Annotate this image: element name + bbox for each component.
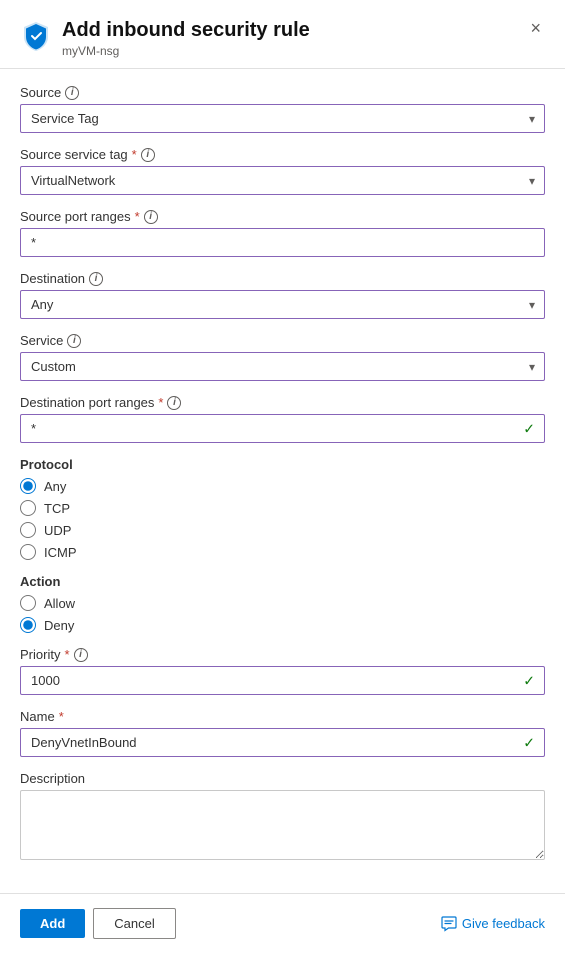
source-port-ranges-field-group: Source port ranges * i [20, 209, 545, 257]
source-field-group: Source i Service Tag Any IP Addresses Ap… [20, 85, 545, 133]
source-port-required: * [135, 209, 140, 224]
protocol-udp-option[interactable]: UDP [20, 522, 545, 538]
service-select[interactable]: Custom HTTP HTTPS SSH RDP [20, 352, 545, 381]
source-service-tag-label: Source service tag * i [20, 147, 545, 162]
protocol-label: Protocol [20, 457, 545, 472]
action-deny-radio[interactable] [20, 617, 36, 633]
protocol-udp-label: UDP [44, 523, 71, 538]
source-select-wrapper: Service Tag Any IP Addresses Application… [20, 104, 545, 133]
protocol-icmp-radio[interactable] [20, 544, 36, 560]
action-allow-label: Allow [44, 596, 75, 611]
source-select[interactable]: Service Tag Any IP Addresses Application… [20, 104, 545, 133]
protocol-field-group: Protocol Any TCP UDP ICMP [20, 457, 545, 560]
protocol-any-label: Any [44, 479, 66, 494]
add-button[interactable]: Add [20, 909, 85, 938]
panel-subtitle: myVM-nsg [62, 44, 526, 58]
priority-field-group: Priority * i ✓ [20, 647, 545, 695]
destination-port-input-wrapper: ✓ [20, 414, 545, 443]
protocol-udp-radio[interactable] [20, 522, 36, 538]
form-content: Source i Service Tag Any IP Addresses Ap… [0, 69, 565, 893]
name-field-group: Name * ✓ [20, 709, 545, 757]
destination-port-ranges-input[interactable] [20, 414, 545, 443]
protocol-tcp-label: TCP [44, 501, 70, 516]
priority-input[interactable] [20, 666, 545, 695]
add-inbound-security-rule-panel: Add inbound security rule myVM-nsg × Sou… [0, 0, 565, 953]
priority-input-wrapper: ✓ [20, 666, 545, 695]
service-info-icon[interactable]: i [67, 334, 81, 348]
protocol-tcp-option[interactable]: TCP [20, 500, 545, 516]
action-radio-group: Allow Deny [20, 595, 545, 633]
action-label: Action [20, 574, 545, 589]
action-allow-radio[interactable] [20, 595, 36, 611]
destination-select[interactable]: Any IP Addresses Service Tag Application… [20, 290, 545, 319]
source-port-ranges-label: Source port ranges * i [20, 209, 545, 224]
protocol-tcp-radio[interactable] [20, 500, 36, 516]
destination-info-icon[interactable]: i [89, 272, 103, 286]
protocol-icmp-label: ICMP [44, 545, 77, 560]
destination-label: Destination i [20, 271, 545, 286]
feedback-link[interactable]: Give feedback [441, 916, 545, 932]
destination-field-group: Destination i Any IP Addresses Service T… [20, 271, 545, 319]
action-field-group: Action Allow Deny [20, 574, 545, 633]
priority-required: * [64, 647, 69, 662]
cancel-button[interactable]: Cancel [93, 908, 175, 939]
priority-info-icon[interactable]: i [74, 648, 88, 662]
action-deny-option[interactable]: Deny [20, 617, 545, 633]
description-field-group: Description [20, 771, 545, 863]
panel-footer: Add Cancel Give feedback [0, 893, 565, 953]
source-port-ranges-input[interactable] [20, 228, 545, 257]
panel-header: Add inbound security rule myVM-nsg × [0, 0, 565, 69]
protocol-icmp-option[interactable]: ICMP [20, 544, 545, 560]
header-text: Add inbound security rule myVM-nsg [62, 18, 526, 58]
priority-label: Priority * i [20, 647, 545, 662]
action-allow-option[interactable]: Allow [20, 595, 545, 611]
feedback-icon [441, 916, 457, 932]
dest-port-required: * [158, 395, 163, 410]
source-service-tag-select[interactable]: VirtualNetwork Any Internet AzureLoadBal… [20, 166, 545, 195]
name-input[interactable] [20, 728, 545, 757]
priority-check-icon: ✓ [523, 672, 535, 689]
description-textarea[interactable] [20, 790, 545, 860]
service-label: Service i [20, 333, 545, 348]
source-label: Source i [20, 85, 545, 100]
destination-port-ranges-label: Destination port ranges * i [20, 395, 545, 410]
destination-port-ranges-field-group: Destination port ranges * i ✓ [20, 395, 545, 443]
name-label: Name * [20, 709, 545, 724]
dest-port-info-icon[interactable]: i [167, 396, 181, 410]
panel-title: Add inbound security rule [62, 18, 526, 42]
destination-select-wrapper: Any IP Addresses Service Tag Application… [20, 290, 545, 319]
description-label: Description [20, 771, 545, 786]
shield-icon [20, 20, 52, 52]
source-port-info-icon[interactable]: i [144, 210, 158, 224]
source-service-tag-select-wrapper: VirtualNetwork Any Internet AzureLoadBal… [20, 166, 545, 195]
name-input-wrapper: ✓ [20, 728, 545, 757]
protocol-any-option[interactable]: Any [20, 478, 545, 494]
source-info-icon[interactable]: i [65, 86, 79, 100]
dest-port-check-icon: ✓ [523, 420, 535, 437]
action-deny-label: Deny [44, 618, 74, 633]
source-service-tag-required: * [132, 147, 137, 162]
service-field-group: Service i Custom HTTP HTTPS SSH RDP ▾ [20, 333, 545, 381]
protocol-any-radio[interactable] [20, 478, 36, 494]
name-required: * [59, 709, 64, 724]
name-check-icon: ✓ [523, 734, 535, 751]
source-service-tag-info-icon[interactable]: i [141, 148, 155, 162]
source-service-tag-field-group: Source service tag * i VirtualNetwork An… [20, 147, 545, 195]
service-select-wrapper: Custom HTTP HTTPS SSH RDP ▾ [20, 352, 545, 381]
protocol-radio-group: Any TCP UDP ICMP [20, 478, 545, 560]
close-button[interactable]: × [526, 14, 545, 43]
